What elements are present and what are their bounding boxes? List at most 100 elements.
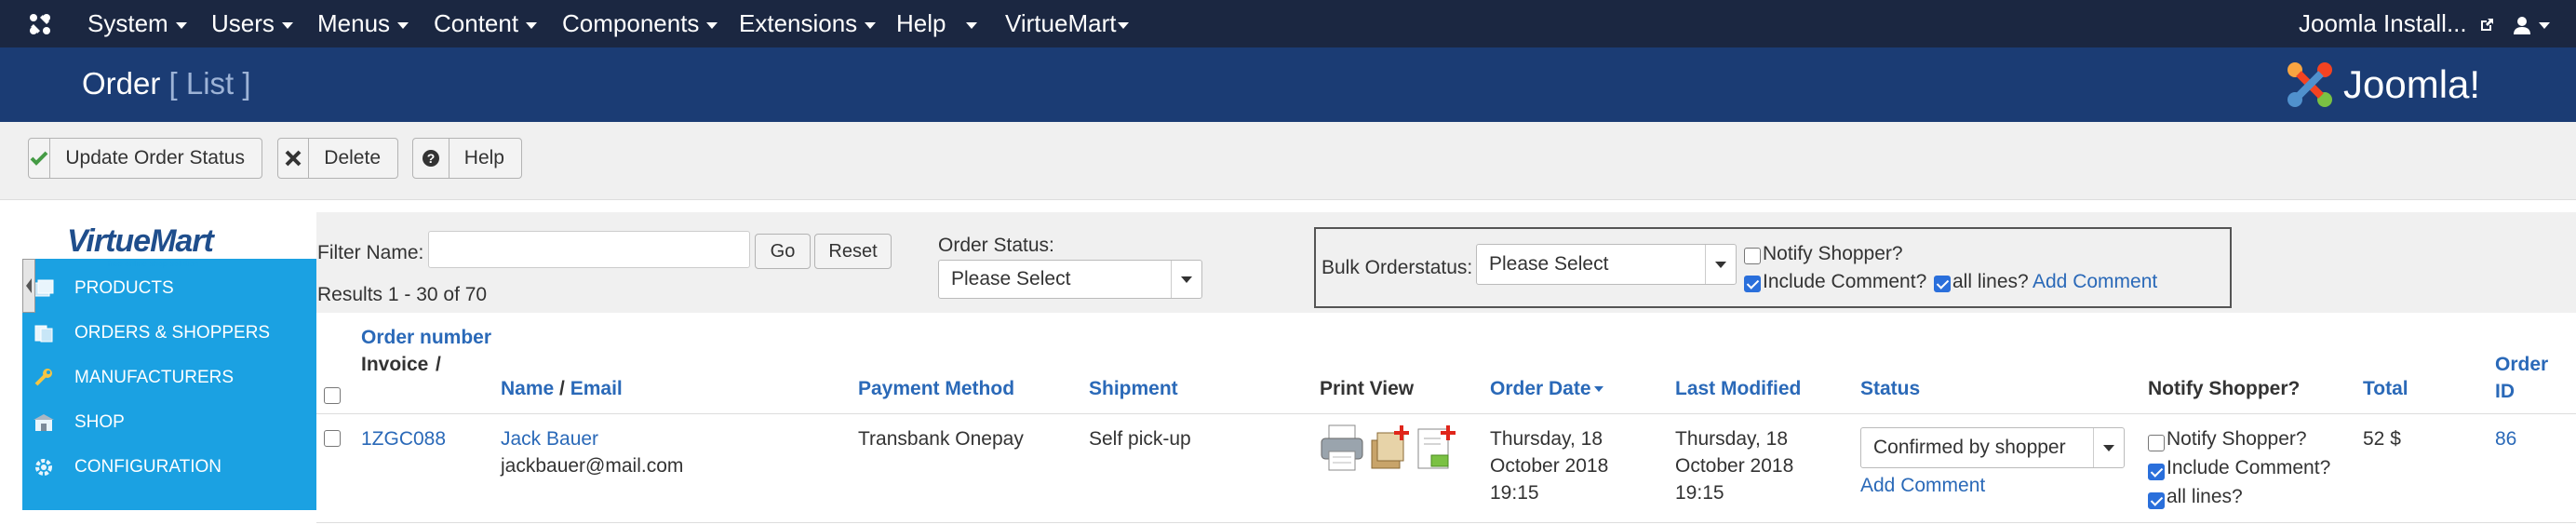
sidebar-item-label: PRODUCTS bbox=[74, 278, 174, 298]
email-sort-link[interactable]: Email bbox=[570, 378, 623, 399]
external-link-icon bbox=[2480, 19, 2493, 32]
shipment: Self pick-up bbox=[1089, 428, 1191, 450]
order-id-link[interactable]: 86 bbox=[2495, 428, 2516, 451]
help-button[interactable]: ? Help bbox=[412, 138, 522, 179]
orders-icon bbox=[32, 323, 56, 343]
bulk-all-lines-checkbox[interactable] bbox=[1934, 276, 1951, 292]
menu-help[interactable]: Help bbox=[896, 0, 978, 47]
menu-users[interactable]: Users bbox=[211, 0, 293, 47]
sidebar-item-configuration[interactable]: CONFIGURATION bbox=[22, 445, 316, 490]
bulk-include-comment-label: Include Comment? bbox=[1763, 271, 1927, 292]
shop-icon bbox=[32, 412, 56, 433]
customer-name-link[interactable]: Jack Bauer bbox=[501, 428, 598, 451]
page-title: Order [ List ] bbox=[82, 66, 251, 101]
virtuemart-logo-tagline: free online shop solution bbox=[108, 259, 199, 268]
sidebar-collapse-toggle[interactable] bbox=[22, 259, 35, 313]
menu-virtuemart[interactable]: VirtueMart bbox=[1005, 0, 1130, 47]
sidebar-item-label: ORDERS & SHOPPERS bbox=[74, 323, 271, 343]
sidebar-item-manufacturers[interactable]: MANUFACTURERS bbox=[22, 356, 316, 400]
go-button[interactable]: Go bbox=[755, 234, 811, 269]
filter-name-label: Filter Name: bbox=[317, 242, 424, 263]
column-header-notify-shopper: Notify Shopper? bbox=[2148, 378, 2301, 399]
bulk-add-comment-link[interactable]: Add Comment bbox=[2033, 271, 2157, 293]
row-include-comment-label: Include Comment? bbox=[2167, 457, 2331, 478]
wrench-icon bbox=[32, 368, 56, 388]
site-link[interactable]: Joomla Install... bbox=[2299, 0, 2494, 47]
caret-down-icon bbox=[706, 21, 718, 29]
sidebar-item-orders[interactable]: ORDERS & SHOPPERS bbox=[22, 311, 316, 356]
header-divider bbox=[316, 413, 2576, 414]
row-notify-checkbox[interactable] bbox=[2148, 435, 2165, 451]
order-date-line-2: October 2018 bbox=[1490, 455, 1609, 477]
question-icon: ? bbox=[413, 139, 449, 178]
checkmark-icon bbox=[29, 139, 51, 178]
last-modified-line-3: 19:15 bbox=[1675, 482, 1724, 504]
row-notify-label: Notify Shopper? bbox=[2167, 428, 2307, 450]
page-header: Order [ List ] Joomla! bbox=[0, 47, 2576, 122]
order-status-value: Please Select bbox=[951, 268, 1071, 289]
print-icon[interactable] bbox=[1320, 424, 1364, 472]
order-date-line-1: Thursday, 18 bbox=[1490, 428, 1603, 450]
column-header-shipment[interactable]: Shipment bbox=[1089, 378, 1178, 400]
column-header-status[interactable]: Status bbox=[1860, 378, 1920, 400]
order-number-link[interactable]: 1ZGC088 bbox=[361, 428, 446, 451]
row-include-comment-checkbox[interactable] bbox=[2148, 464, 2165, 480]
caret-down-icon bbox=[865, 21, 877, 29]
bulk-notify-checkbox[interactable] bbox=[1744, 248, 1761, 264]
user-menu[interactable] bbox=[2513, 0, 2550, 47]
select-all-checkbox[interactable] bbox=[324, 387, 341, 404]
bulk-include-comment-checkbox[interactable] bbox=[1744, 276, 1761, 292]
order-status-row-select[interactable]: Confirmed by shopper bbox=[1860, 427, 2125, 468]
order-status-select[interactable]: Please Select bbox=[938, 260, 1202, 299]
column-header-total[interactable]: Total bbox=[2363, 378, 2408, 400]
row-add-comment-link[interactable]: Add Comment bbox=[1860, 475, 1985, 497]
last-modified-line-1: Thursday, 18 bbox=[1675, 428, 1789, 450]
delivery-note-icon[interactable] bbox=[1370, 424, 1413, 472]
header-slash: / bbox=[436, 354, 441, 375]
row-all-lines-label: all lines? bbox=[2167, 486, 2243, 507]
sidebar-item-shop[interactable]: SHOP bbox=[22, 400, 316, 445]
column-header-name: Name / Email bbox=[501, 378, 623, 399]
row-all-lines-checkbox[interactable] bbox=[2148, 492, 2165, 509]
order-date-line-3: 19:15 bbox=[1490, 482, 1539, 504]
filter-name-input[interactable] bbox=[428, 231, 750, 268]
sort-desc-icon bbox=[1593, 386, 1603, 393]
joomla-logo-icon[interactable] bbox=[26, 10, 54, 38]
caret-down-icon bbox=[1118, 21, 1130, 29]
order-total: 52 $ bbox=[2363, 428, 2401, 450]
bulk-orderstatus-select[interactable]: Please Select bbox=[1476, 244, 1737, 285]
menu-extensions[interactable]: Extensions bbox=[739, 0, 877, 47]
name-sort-link[interactable]: Name bbox=[501, 378, 554, 399]
update-order-status-button[interactable]: Update Order Status bbox=[28, 138, 262, 179]
page-subtitle: [ List ] bbox=[168, 66, 251, 101]
row-divider bbox=[316, 522, 2576, 523]
order-number-sort-link[interactable]: Order number bbox=[361, 324, 491, 351]
chevron-down-icon bbox=[2093, 428, 2124, 467]
customer-email: jackbauer@mail.com bbox=[501, 455, 684, 477]
row-select-checkbox[interactable] bbox=[324, 430, 341, 447]
admin-menubar: System Users Menus Content Components Ex… bbox=[0, 0, 2576, 47]
bulk-orderstatus-box: Bulk Orderstatus: Please Select Notify S… bbox=[1314, 227, 2232, 308]
menu-content[interactable]: Content bbox=[434, 0, 538, 47]
delete-button[interactable]: Delete bbox=[277, 138, 398, 179]
menu-system[interactable]: System bbox=[87, 0, 187, 47]
column-header-order-date[interactable]: Order Date bbox=[1490, 378, 1603, 400]
configuration-icon bbox=[32, 457, 56, 478]
delete-label: Delete bbox=[324, 147, 381, 168]
order-status-label: Order Status: bbox=[938, 235, 1054, 256]
invoice-header: Invoice bbox=[361, 354, 429, 375]
column-header-payment-method[interactable]: Payment Method bbox=[858, 378, 1014, 400]
menu-menus[interactable]: Menus bbox=[317, 0, 409, 47]
chevron-left-icon bbox=[26, 278, 32, 293]
invoice-icon[interactable] bbox=[1415, 424, 1457, 472]
column-header-order-number: Order number / Invoice bbox=[361, 324, 491, 378]
reset-button[interactable]: Reset bbox=[814, 234, 892, 269]
bulk-notify-label: Notify Shopper? bbox=[1763, 243, 1903, 264]
results-count: Results 1 - 30 of 70 bbox=[317, 284, 488, 305]
column-header-last-modified[interactable]: Last Modified bbox=[1675, 378, 1801, 400]
bulk-orderstatus-value: Please Select bbox=[1489, 253, 1609, 275]
menu-components[interactable]: Components bbox=[562, 0, 718, 47]
sidebar-item-label: MANUFACTURERS bbox=[74, 368, 235, 387]
caret-down-icon bbox=[175, 21, 187, 29]
column-header-order-id[interactable]: Order ID bbox=[2495, 351, 2551, 405]
